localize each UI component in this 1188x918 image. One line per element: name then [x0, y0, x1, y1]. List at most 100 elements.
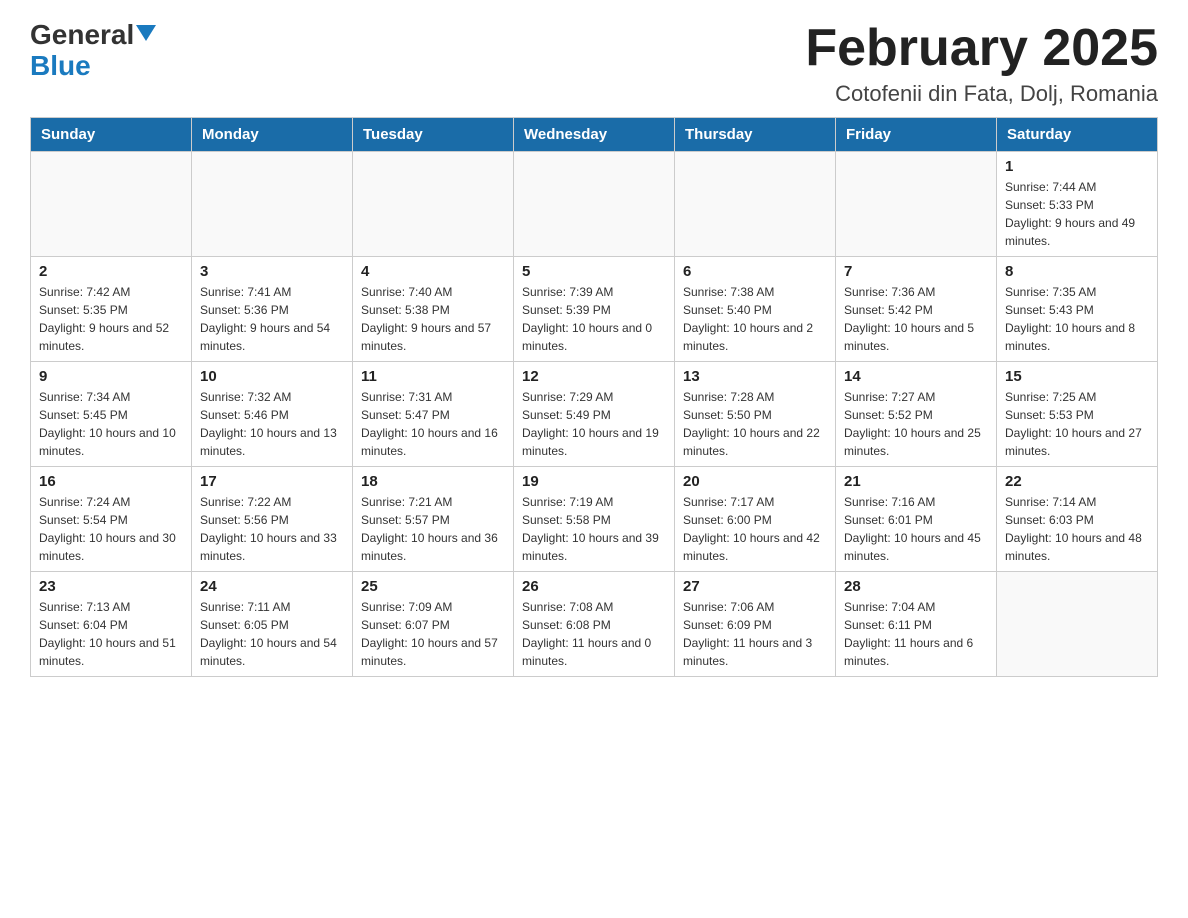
calendar-week-row: 16Sunrise: 7:24 AM Sunset: 5:54 PM Dayli…: [31, 467, 1158, 572]
logo-blue-text: Blue: [30, 50, 91, 81]
table-row: 1 Sunrise: 7:44 AM Sunset: 5:33 PM Daylig…: [997, 152, 1158, 257]
table-row: 4 Sunrise: 7:40 AM Sunset: 5:38 PM Daylig…: [353, 257, 514, 362]
logo-triangle-icon: [136, 25, 156, 41]
day-number: 20: [683, 473, 827, 490]
day-number: 21: [844, 473, 988, 490]
day-number: 19: [522, 473, 666, 490]
day-info: Sunrise: 7:42 AM Sunset: 5:35 PM Dayligh…: [39, 283, 183, 355]
table-row: [514, 152, 675, 257]
day-number: 13: [683, 368, 827, 385]
day-info: Sunrise: 7:40 AM Sunset: 5:38 PM Dayligh…: [361, 283, 505, 355]
calendar-table: Sunday Monday Tuesday Wednesday Thursday…: [30, 117, 1158, 677]
day-number: 4: [361, 263, 505, 280]
day-info: Sunrise: 7:39 AM Sunset: 5:39 PM Dayligh…: [522, 283, 666, 355]
table-row: 26 Sunrise: 7:08 AM Sunset: 6:08 PM Dayli…: [514, 572, 675, 677]
day-number: 28: [844, 578, 988, 595]
table-row: [353, 152, 514, 257]
logo: GeneralBlue: [30, 20, 156, 82]
day-info: Sunrise: 7:29 AM Sunset: 5:49 PM Dayligh…: [522, 388, 666, 460]
day-info: Sunrise: 7:27 AM Sunset: 5:52 PM Dayligh…: [844, 388, 988, 460]
day-info: Sunrise: 7:31 AM Sunset: 5:47 PM Dayligh…: [361, 388, 505, 460]
day-info: Sunrise: 7:38 AM Sunset: 5:40 PM Dayligh…: [683, 283, 827, 355]
day-info: Sunrise: 7:44 AM Sunset: 5:33 PM Dayligh…: [1005, 178, 1149, 250]
table-row: 15Sunrise: 7:25 AM Sunset: 5:53 PM Dayli…: [997, 362, 1158, 467]
page-header: GeneralBlue February 2025 Cotofenii din …: [30, 20, 1158, 107]
day-info: Sunrise: 7:06 AM Sunset: 6:09 PM Dayligh…: [683, 598, 827, 670]
table-row: 7Sunrise: 7:36 AM Sunset: 5:42 PM Daylig…: [836, 257, 997, 362]
table-row: 13 Sunrise: 7:28 AM Sunset: 5:50 PM Dayli…: [675, 362, 836, 467]
col-saturday: Saturday: [997, 118, 1158, 152]
day-number: 17: [200, 473, 344, 490]
calendar-week-row: 9Sunrise: 7:34 AM Sunset: 5:45 PM Daylig…: [31, 362, 1158, 467]
day-info: Sunrise: 7:41 AM Sunset: 5:36 PM Dayligh…: [200, 283, 344, 355]
day-info: Sunrise: 7:11 AM Sunset: 6:05 PM Dayligh…: [200, 598, 344, 670]
table-row: 25 Sunrise: 7:09 AM Sunset: 6:07 PM Dayli…: [353, 572, 514, 677]
table-row: 8 Sunrise: 7:35 AM Sunset: 5:43 PM Daylig…: [997, 257, 1158, 362]
table-row: [31, 152, 192, 257]
day-info: Sunrise: 7:25 AM Sunset: 5:53 PM Dayligh…: [1005, 388, 1149, 460]
day-info: Sunrise: 7:35 AM Sunset: 5:43 PM Dayligh…: [1005, 283, 1149, 355]
day-number: 9: [39, 368, 183, 385]
calendar-week-row: 1 Sunrise: 7:44 AM Sunset: 5:33 PM Daylig…: [31, 152, 1158, 257]
day-info: Sunrise: 7:22 AM Sunset: 5:56 PM Dayligh…: [200, 493, 344, 565]
day-number: 27: [683, 578, 827, 595]
table-row: [836, 152, 997, 257]
day-number: 24: [200, 578, 344, 595]
table-row: 14 Sunrise: 7:27 AM Sunset: 5:52 PM Dayli…: [836, 362, 997, 467]
table-row: 16Sunrise: 7:24 AM Sunset: 5:54 PM Dayli…: [31, 467, 192, 572]
table-row: 18 Sunrise: 7:21 AM Sunset: 5:57 PM Dayli…: [353, 467, 514, 572]
calendar-header-row: Sunday Monday Tuesday Wednesday Thursday…: [31, 118, 1158, 152]
day-number: 25: [361, 578, 505, 595]
day-number: 8: [1005, 263, 1149, 280]
day-number: 18: [361, 473, 505, 490]
title-section: February 2025 Cotofenii din Fata, Dolj, …: [805, 20, 1158, 107]
col-friday: Friday: [836, 118, 997, 152]
day-info: Sunrise: 7:17 AM Sunset: 6:00 PM Dayligh…: [683, 493, 827, 565]
table-row: 28 Sunrise: 7:04 AM Sunset: 6:11 PM Dayli…: [836, 572, 997, 677]
day-info: Sunrise: 7:24 AM Sunset: 5:54 PM Dayligh…: [39, 493, 183, 565]
col-wednesday: Wednesday: [514, 118, 675, 152]
table-row: 24 Sunrise: 7:11 AM Sunset: 6:05 PM Dayli…: [192, 572, 353, 677]
day-info: Sunrise: 7:09 AM Sunset: 6:07 PM Dayligh…: [361, 598, 505, 670]
col-thursday: Thursday: [675, 118, 836, 152]
table-row: 11 Sunrise: 7:31 AM Sunset: 5:47 PM Dayli…: [353, 362, 514, 467]
day-number: 2: [39, 263, 183, 280]
day-info: Sunrise: 7:21 AM Sunset: 5:57 PM Dayligh…: [361, 493, 505, 565]
day-number: 11: [361, 368, 505, 385]
day-info: Sunrise: 7:16 AM Sunset: 6:01 PM Dayligh…: [844, 493, 988, 565]
day-number: 26: [522, 578, 666, 595]
col-monday: Monday: [192, 118, 353, 152]
day-info: Sunrise: 7:08 AM Sunset: 6:08 PM Dayligh…: [522, 598, 666, 670]
table-row: [997, 572, 1158, 677]
logo-text: GeneralBlue: [30, 20, 156, 82]
table-row: 20 Sunrise: 7:17 AM Sunset: 6:00 PM Dayli…: [675, 467, 836, 572]
location: Cotofenii din Fata, Dolj, Romania: [805, 81, 1158, 107]
day-number: 22: [1005, 473, 1149, 490]
day-number: 12: [522, 368, 666, 385]
day-info: Sunrise: 7:14 AM Sunset: 6:03 PM Dayligh…: [1005, 493, 1149, 565]
table-row: 27 Sunrise: 7:06 AM Sunset: 6:09 PM Dayli…: [675, 572, 836, 677]
table-row: [192, 152, 353, 257]
day-info: Sunrise: 7:32 AM Sunset: 5:46 PM Dayligh…: [200, 388, 344, 460]
table-row: 6 Sunrise: 7:38 AM Sunset: 5:40 PM Daylig…: [675, 257, 836, 362]
day-number: 6: [683, 263, 827, 280]
day-number: 1: [1005, 158, 1149, 175]
table-row: 21 Sunrise: 7:16 AM Sunset: 6:01 PM Dayli…: [836, 467, 997, 572]
day-number: 10: [200, 368, 344, 385]
table-row: 2 Sunrise: 7:42 AM Sunset: 5:35 PM Daylig…: [31, 257, 192, 362]
day-info: Sunrise: 7:13 AM Sunset: 6:04 PM Dayligh…: [39, 598, 183, 670]
table-row: 3 Sunrise: 7:41 AM Sunset: 5:36 PM Daylig…: [192, 257, 353, 362]
table-row: 10 Sunrise: 7:32 AM Sunset: 5:46 PM Dayli…: [192, 362, 353, 467]
day-info: Sunrise: 7:04 AM Sunset: 6:11 PM Dayligh…: [844, 598, 988, 670]
day-info: Sunrise: 7:28 AM Sunset: 5:50 PM Dayligh…: [683, 388, 827, 460]
col-tuesday: Tuesday: [353, 118, 514, 152]
table-row: [675, 152, 836, 257]
day-number: 7: [844, 263, 988, 280]
table-row: 23Sunrise: 7:13 AM Sunset: 6:04 PM Dayli…: [31, 572, 192, 677]
day-number: 14: [844, 368, 988, 385]
table-row: 12 Sunrise: 7:29 AM Sunset: 5:49 PM Dayli…: [514, 362, 675, 467]
day-info: Sunrise: 7:19 AM Sunset: 5:58 PM Dayligh…: [522, 493, 666, 565]
table-row: 9Sunrise: 7:34 AM Sunset: 5:45 PM Daylig…: [31, 362, 192, 467]
table-row: 22 Sunrise: 7:14 AM Sunset: 6:03 PM Dayli…: [997, 467, 1158, 572]
day-number: 3: [200, 263, 344, 280]
